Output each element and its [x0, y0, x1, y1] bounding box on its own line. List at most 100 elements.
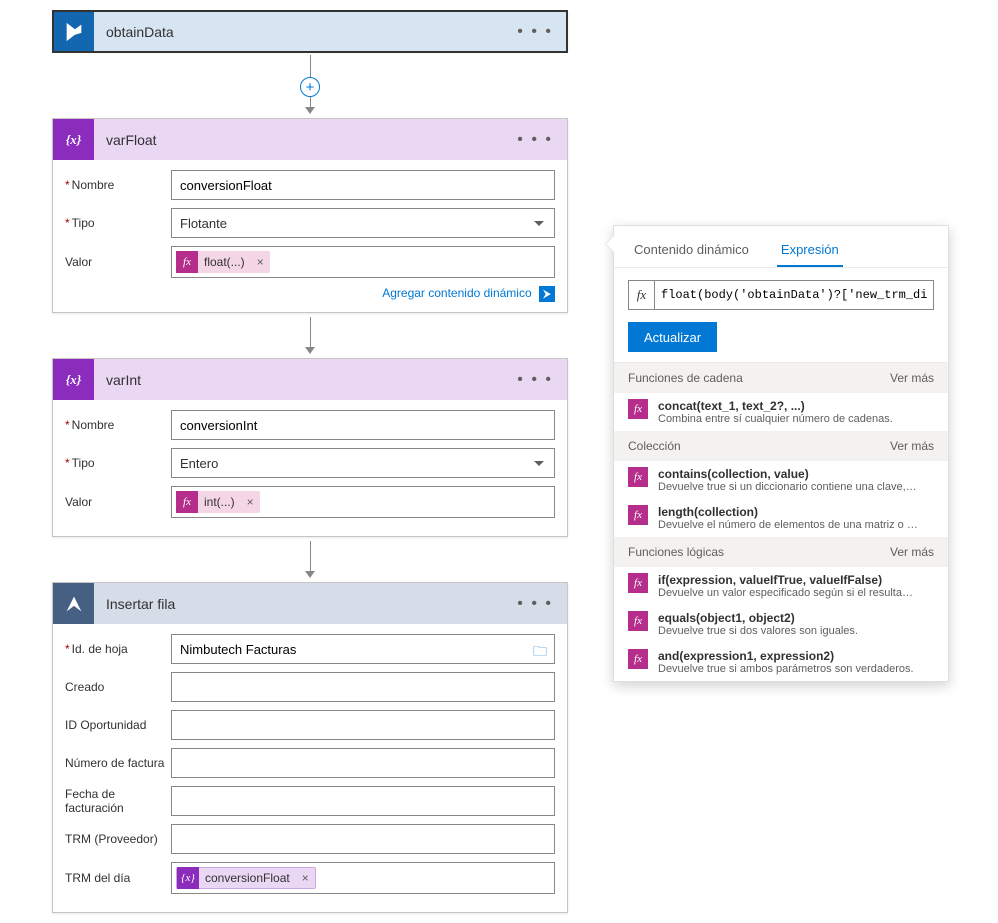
more-icon[interactable]: • • •: [513, 591, 557, 617]
expression-token[interactable]: fx float(...) ×: [176, 251, 270, 273]
connector-arrow: +: [0, 55, 620, 114]
function-description: Devuelve true si dos valores son iguales…: [658, 625, 858, 637]
field-label-oppid: ID Oportunidad: [65, 718, 171, 732]
created-input[interactable]: [171, 672, 555, 702]
flyout-beak: [606, 236, 614, 252]
action-varInt: {x} varInt • • • *Nombre *Tipo Entero Va…: [52, 358, 568, 537]
name-input[interactable]: [171, 410, 555, 440]
fx-icon: fx: [628, 505, 648, 525]
fx-icon: fx: [628, 280, 654, 310]
more-icon[interactable]: • • •: [513, 367, 557, 393]
action-header[interactable]: {x} varFloat • • •: [53, 119, 567, 160]
picker-icon[interactable]: 🗀: [533, 641, 547, 665]
function-title: if(expression, valueIfTrue, valueIfFalse…: [658, 573, 918, 587]
function-item[interactable]: fxconcat(text_1, text_2?, ...)Combina en…: [614, 393, 948, 431]
flyout-tabs: Contenido dinámico Expresión: [614, 226, 948, 268]
remove-token-button[interactable]: ×: [296, 871, 315, 885]
function-title: equals(object1, object2): [658, 611, 858, 625]
action-title: obtainData: [94, 24, 513, 40]
trmday-input[interactable]: {x} conversionFloat ×: [171, 862, 555, 894]
dynamic-content-toggle[interactable]: ⮞: [539, 286, 555, 302]
see-more-link[interactable]: Ver más: [890, 439, 934, 453]
function-item[interactable]: fxand(expression1, expression2)Devuelve …: [614, 643, 948, 681]
invoiceno-input[interactable]: [171, 748, 555, 778]
fx-icon: fx: [176, 251, 198, 273]
flow-canvas: obtainData • • • + {x} varFloat • • • *N…: [0, 0, 620, 923]
action-title: Insertar fila: [94, 596, 513, 612]
function-description: Devuelve un valor especificado según si …: [658, 587, 918, 599]
more-icon[interactable]: • • •: [513, 19, 557, 45]
fx-icon: fx: [628, 573, 648, 593]
action-varFloat: {x} varFloat • • • *Nombre *Tipo Flotant…: [52, 118, 568, 313]
variable-icon: {x}: [53, 119, 94, 160]
field-label-type: *Tipo: [65, 456, 171, 470]
function-description: Devuelve true si un diccionario contiene…: [658, 481, 918, 493]
function-list[interactable]: Funciones de cadenaVer más fx concat(text_…: [614, 362, 948, 681]
function-description: Devuelve el número de elementos de una m…: [658, 519, 918, 531]
name-input[interactable]: [171, 170, 555, 200]
action-obtainData[interactable]: obtainData • • •: [52, 10, 568, 51]
function-title: concat(text_1, text_2?, ...): [658, 399, 893, 413]
connector-arrow: [0, 317, 620, 354]
fx-icon: fx: [628, 467, 648, 487]
remove-token-button[interactable]: ×: [251, 255, 270, 269]
fx-icon: fx: [628, 649, 648, 669]
tab-dynamic-content[interactable]: Contenido dinámico: [630, 234, 753, 267]
field-label-invoicedate: Fecha de facturación: [65, 787, 171, 815]
tab-expression[interactable]: Expresión: [777, 234, 843, 267]
add-dynamic-content-link[interactable]: Agregar contenido dinámico: [382, 286, 531, 300]
fx-icon: fx: [628, 611, 648, 631]
section-title: Colección: [628, 439, 681, 453]
function-item[interactable]: fx equals(object1, object2)Devuelve true …: [614, 605, 948, 643]
function-section-header: Funciones de cadenaVer más: [614, 363, 948, 393]
expression-token[interactable]: fx int(...) ×: [176, 491, 260, 513]
connector-arrow: [0, 541, 620, 578]
field-label-name: *Nombre: [65, 178, 171, 192]
function-item[interactable]: fx contains(collection, value)Devuelve tr…: [614, 461, 948, 499]
more-icon[interactable]: • • •: [513, 127, 557, 153]
action-header[interactable]: {x} varInt • • •: [53, 359, 567, 400]
update-button[interactable]: Actualizar: [628, 322, 717, 352]
section-title: Funciones lógicas: [628, 545, 724, 559]
variable-token[interactable]: {x} conversionFloat ×: [176, 867, 316, 889]
add-step-button[interactable]: +: [300, 77, 320, 97]
function-title: length(collection): [658, 505, 918, 519]
fx-icon: fx: [628, 399, 648, 419]
oppid-input[interactable]: [171, 710, 555, 740]
function-description: Devuelve true si ambos parámetros son ve…: [658, 663, 914, 675]
field-label-invoiceno: Número de factura: [65, 756, 171, 770]
see-more-link[interactable]: Ver más: [890, 371, 934, 385]
action-header[interactable]: Insertar fila • • •: [53, 583, 567, 624]
function-section-header: Funciones lógicas Ver más: [614, 537, 948, 567]
field-label-name: *Nombre: [65, 418, 171, 432]
type-select[interactable]: Flotante: [171, 208, 555, 238]
expression-input[interactable]: [654, 280, 934, 310]
function-title: contains(collection, value): [658, 467, 918, 481]
sheet-id-input[interactable]: [171, 634, 555, 664]
field-label-type: *Tipo: [65, 216, 171, 230]
field-label-value: Valor: [65, 495, 171, 509]
value-input[interactable]: fx float(...) ×: [171, 246, 555, 278]
dynamics-icon: [53, 11, 94, 52]
field-label-value: Valor: [65, 255, 171, 269]
type-select[interactable]: Entero: [171, 448, 555, 478]
action-header[interactable]: obtainData • • •: [53, 11, 567, 52]
function-section-header: Colección Ver más: [614, 431, 948, 461]
remove-token-button[interactable]: ×: [241, 495, 260, 509]
trmprov-input[interactable]: [171, 824, 555, 854]
action-insert-row: Insertar fila • • • *Id. de hoja 🗀 Cread…: [52, 582, 568, 913]
dynamic-content-link-row: Agregar contenido dinámico ⮞: [65, 286, 555, 302]
action-body: *Nombre *Tipo Entero Valor fx int(...) ×: [53, 400, 567, 536]
function-item[interactable]: fx length(collection)Devuelve el número d…: [614, 499, 948, 537]
expression-flyout: Contenido dinámico Expresión fx Actualiz…: [613, 225, 949, 682]
field-label-trmprov: TRM (Proveedor): [65, 832, 171, 846]
action-body: *Nombre *Tipo Flotante Valor fx float(..…: [53, 160, 567, 312]
value-input[interactable]: fx int(...) ×: [171, 486, 555, 518]
variable-icon: {x}: [177, 867, 199, 889]
invoicedate-input[interactable]: [171, 786, 555, 816]
function-item[interactable]: fx if(expression, valueIfTrue, valueIfFal…: [614, 567, 948, 605]
see-more-link[interactable]: Ver más: [890, 545, 934, 559]
action-body: *Id. de hoja 🗀 Creado ID Oportunidad Núm…: [53, 624, 567, 912]
action-title: varInt: [94, 372, 513, 388]
fx-icon: fx: [176, 491, 198, 513]
